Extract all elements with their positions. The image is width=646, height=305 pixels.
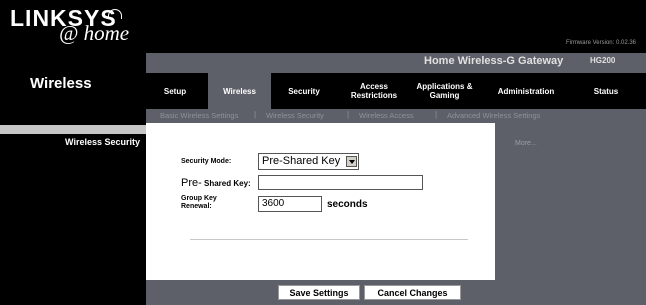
pre-shared-key-label-prefix: Pre- [181, 177, 202, 189]
subtab-advanced-wireless-settings[interactable]: Advanced Wireless Settings [447, 111, 540, 120]
group-key-label-line2: Renewal: [181, 203, 212, 210]
seconds-label: seconds [327, 199, 368, 210]
sub-section-title: Wireless Security [65, 137, 140, 147]
footer-left [0, 280, 146, 305]
tab-administration[interactable]: Administration [486, 73, 566, 109]
product-bar [146, 53, 646, 73]
cancel-changes-button[interactable]: Cancel Changes [364, 285, 461, 300]
product-name: Home Wireless-G Gateway [424, 55, 564, 67]
model-number: HG200 [590, 56, 616, 65]
section-title: Wireless [30, 75, 92, 92]
pre-shared-key-label-text: Shared Key: [201, 179, 251, 188]
linksys-logo: LINKSYS @ home [8, 3, 148, 51]
security-mode-value: Pre-Shared Key [262, 155, 341, 167]
chevron-down-icon[interactable] [346, 156, 357, 167]
subtab-basic-wireless-settings[interactable]: Basic Wireless Settings [160, 111, 238, 120]
firmware-version: Firmware Version: 0.02.36 [565, 40, 636, 46]
header: LINKSYS @ home Firmware Version: 0.02.36 [0, 0, 646, 53]
security-mode-select[interactable]: Pre-Shared Key [258, 153, 359, 170]
tab-setup[interactable]: Setup [146, 73, 204, 109]
subtab-separator: | [254, 110, 257, 119]
subtab-wireless-security[interactable]: Wireless Security [266, 111, 324, 120]
group-key-label-line1: Group Key [181, 195, 217, 202]
subtab-wireless-access[interactable]: Wireless Access [359, 111, 414, 120]
tab-wireless[interactable]: Wireless [208, 73, 271, 109]
tab-security[interactable]: Security [275, 73, 333, 109]
security-mode-label: Security Mode: [181, 158, 232, 165]
subtab-separator: | [347, 110, 350, 119]
subtab-separator: | [435, 110, 438, 119]
pre-shared-key-input[interactable] [258, 175, 423, 190]
more-link[interactable]: More... [515, 140, 537, 147]
group-key-renewal-input[interactable]: 3600 [258, 196, 322, 212]
tab-access-restrictions[interactable]: Access Restrictions [338, 73, 410, 109]
content-divider [190, 239, 468, 240]
save-settings-button[interactable]: Save Settings [278, 285, 360, 300]
group-key-renewal-label: Group Key Renewal: [181, 195, 217, 211]
brand-tagline: @ home [59, 21, 130, 45]
left-divider-bar [0, 125, 146, 134]
wireless-arc-icon [108, 9, 122, 19]
tab-status[interactable]: Status [578, 73, 634, 109]
tab-applications-gaming[interactable]: Applications & Gaming [411, 73, 478, 109]
pre-shared-key-label: Pre- Shared Key: [181, 177, 251, 189]
